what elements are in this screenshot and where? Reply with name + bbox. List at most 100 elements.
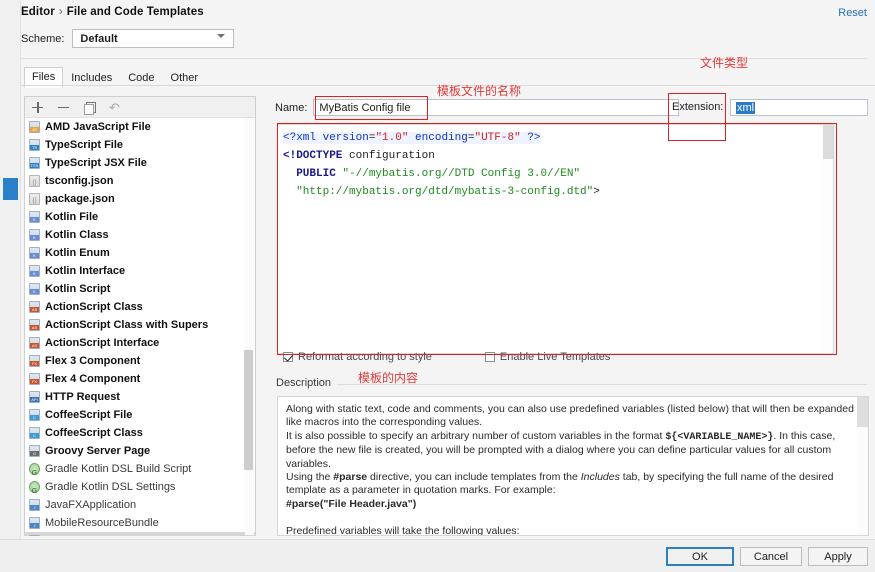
description-paragraph-1: Along with static text, code and comment…	[286, 403, 854, 429]
list-item-label: Kotlin File	[45, 211, 99, 223]
list-item[interactable]: J JavaFXApplication	[25, 496, 255, 514]
left-gutter	[0, 0, 21, 540]
code-line1-val1: "1.0"	[375, 132, 409, 144]
list-item[interactable]: G Groovy Server Page	[25, 442, 255, 460]
description-p2-a: It is also possible to specify an arbitr…	[286, 429, 666, 442]
description-paragraph-5: Predefined variables will take the follo…	[286, 524, 520, 536]
add-template-icon[interactable]	[31, 101, 44, 114]
template-code-text: <?xml version="1.0" encoding="UTF-8" ?> …	[278, 125, 833, 201]
code-line3-str: "-//mybatis.org//DTD Config 3.0//EN"	[342, 168, 581, 180]
list-item-label: JavaFXApplication	[45, 499, 137, 511]
list-item-label: ActionScript Class	[45, 301, 143, 313]
list-item-label: Flex 4 Component	[45, 373, 141, 385]
template-list-scrollbar-thumb[interactable]	[244, 350, 253, 470]
list-item[interactable]: G Gradle Kotlin DSL Build Script	[25, 460, 255, 478]
description-scrollbar[interactable]	[857, 397, 868, 535]
apply-button[interactable]: Apply	[808, 547, 868, 566]
list-item[interactable]: C CoffeeScript Class	[25, 424, 255, 442]
reset-template-icon[interactable]: ↶	[109, 101, 122, 114]
kotlin-file-icon: K	[29, 211, 40, 223]
live-templates-checkbox[interactable]	[484, 352, 495, 362]
list-item[interactable]: G Gradle Kotlin DSL Settings	[25, 478, 255, 496]
extension-input-value: xml	[736, 101, 756, 114]
description-paragraph-2: It is also possible to specify an arbitr…	[286, 430, 856, 471]
list-item[interactable]: C CoffeeScript File	[25, 406, 255, 424]
list-item[interactable]: K Kotlin Script	[25, 280, 255, 298]
name-input[interactable]: MyBatis Config file	[313, 99, 680, 116]
code-editor-scrollbar[interactable]	[823, 125, 833, 353]
description-panel[interactable]: Along with static text, code and comment…	[277, 396, 869, 536]
list-item[interactable]: JS AMD JavaScript File	[25, 118, 255, 136]
xml-file-icon: X	[29, 535, 40, 536]
ok-button[interactable]: OK	[666, 547, 734, 566]
list-item-label: CoffeeScript File	[45, 409, 133, 421]
list-item[interactable]: FX Flex 4 Component	[25, 370, 255, 388]
flex-file-icon: FX	[29, 355, 40, 367]
json-file-icon: {}	[29, 193, 40, 205]
list-item-label: AMD JavaScript File	[45, 121, 151, 133]
code-line2-doctype: <!DOCTYPE	[283, 150, 343, 162]
reformat-checkbox[interactable]	[283, 352, 293, 362]
list-item[interactable]: AS ActionScript Class	[25, 298, 255, 316]
name-row: Name: MyBatis Config file	[275, 99, 680, 116]
json-file-icon: {}	[29, 175, 40, 187]
description-scrollbar-thumb[interactable]	[857, 397, 868, 427]
list-item[interactable]: TSX TypeScript JSX File	[25, 154, 255, 172]
list-item[interactable]: AS ActionScript Class with Supers	[25, 316, 255, 334]
code-line1-close: ?>	[520, 132, 541, 144]
list-item[interactable]: K Kotlin Interface	[25, 262, 255, 280]
list-item[interactable]: {} package.json	[25, 190, 255, 208]
java-file-icon: J	[29, 499, 40, 511]
code-line1-val2: "UTF-8"	[474, 132, 521, 144]
copy-template-icon[interactable]	[83, 101, 96, 115]
list-item[interactable]: K Kotlin Class	[25, 226, 255, 244]
coffeescript-file-icon: C	[29, 409, 40, 421]
list-item[interactable]: K Kotlin File	[25, 208, 255, 226]
kotlin-file-icon: K	[29, 283, 40, 295]
coffeescript-file-icon: C	[29, 427, 40, 439]
reformat-checkbox-label: Reformat according to style	[298, 351, 432, 363]
description-p3-b: directive, you can include templates fro…	[367, 471, 581, 484]
list-item[interactable]: AS ActionScript Interface	[25, 334, 255, 352]
description-paragraph-3: Using the #parse directive, you can incl…	[286, 471, 856, 498]
code-line1-attr1: version	[322, 132, 369, 144]
list-item-label: ActionScript Class with Supers	[45, 319, 209, 331]
list-item-label: Gradle Kotlin DSL Build Script	[45, 463, 192, 475]
list-item[interactable]: FX Flex 3 Component	[25, 352, 255, 370]
breadcrumb: Editor › File and Code Templates	[21, 6, 204, 18]
type-annotation-text: 文件类型	[700, 56, 749, 70]
ts-file-icon: TS	[29, 139, 40, 151]
template-code-editor[interactable]: <?xml version="1.0" encoding="UTF-8" ?> …	[277, 124, 834, 354]
list-item-label: HTTP Request	[45, 391, 120, 403]
list-item[interactable]: API HTTP Request	[25, 388, 255, 406]
list-item-label: Kotlin Enum	[45, 247, 110, 259]
live-templates-checkbox-item[interactable]: Enable Live Templates	[484, 351, 611, 363]
template-list-scrollbar[interactable]	[244, 118, 254, 535]
list-item-label: tsconfig.json	[45, 175, 114, 187]
breadcrumb-root[interactable]: Editor	[21, 6, 55, 18]
settings-dialog: Editor › File and Code Templates Reset Sch…	[0, 0, 875, 572]
scheme-select[interactable]: Default	[72, 29, 235, 48]
reset-link[interactable]: Reset	[838, 7, 867, 19]
left-nav-selection-marker	[3, 178, 18, 200]
description-variable-format: ${<VARIABLE_NAME>}	[665, 431, 774, 443]
live-templates-checkbox-label: Enable Live Templates	[499, 351, 611, 363]
template-list[interactable]: JS AMD JavaScript File TS TypeScript File …	[25, 118, 255, 536]
list-item[interactable]: K Kotlin Enum	[25, 244, 255, 262]
kotlin-file-icon: K	[29, 247, 40, 259]
list-item-label: TypeScript File	[45, 139, 124, 151]
list-item[interactable]: {} tsconfig.json	[25, 172, 255, 190]
gsp-file-icon: G	[29, 445, 40, 457]
reformat-checkbox-item[interactable]: Reformat according to style	[283, 351, 432, 363]
code-editor-scrollbar-thumb[interactable]	[823, 125, 833, 159]
list-item[interactable]: J MobileResourceBundle	[25, 514, 255, 532]
list-item-selected[interactable]: X MyBatis Config file	[25, 532, 255, 536]
js-file-icon: JS	[29, 121, 40, 133]
description-includes-tab: Includes	[580, 471, 620, 484]
list-item[interactable]: TS TypeScript File	[25, 136, 255, 154]
breadcrumb-leaf: File and Code Templates	[66, 6, 204, 18]
remove-template-icon[interactable]	[57, 101, 70, 114]
cancel-button[interactable]: Cancel	[740, 547, 802, 566]
list-item-label: Gradle Kotlin DSL Settings	[45, 481, 176, 493]
extension-input[interactable]: xml	[730, 99, 868, 116]
